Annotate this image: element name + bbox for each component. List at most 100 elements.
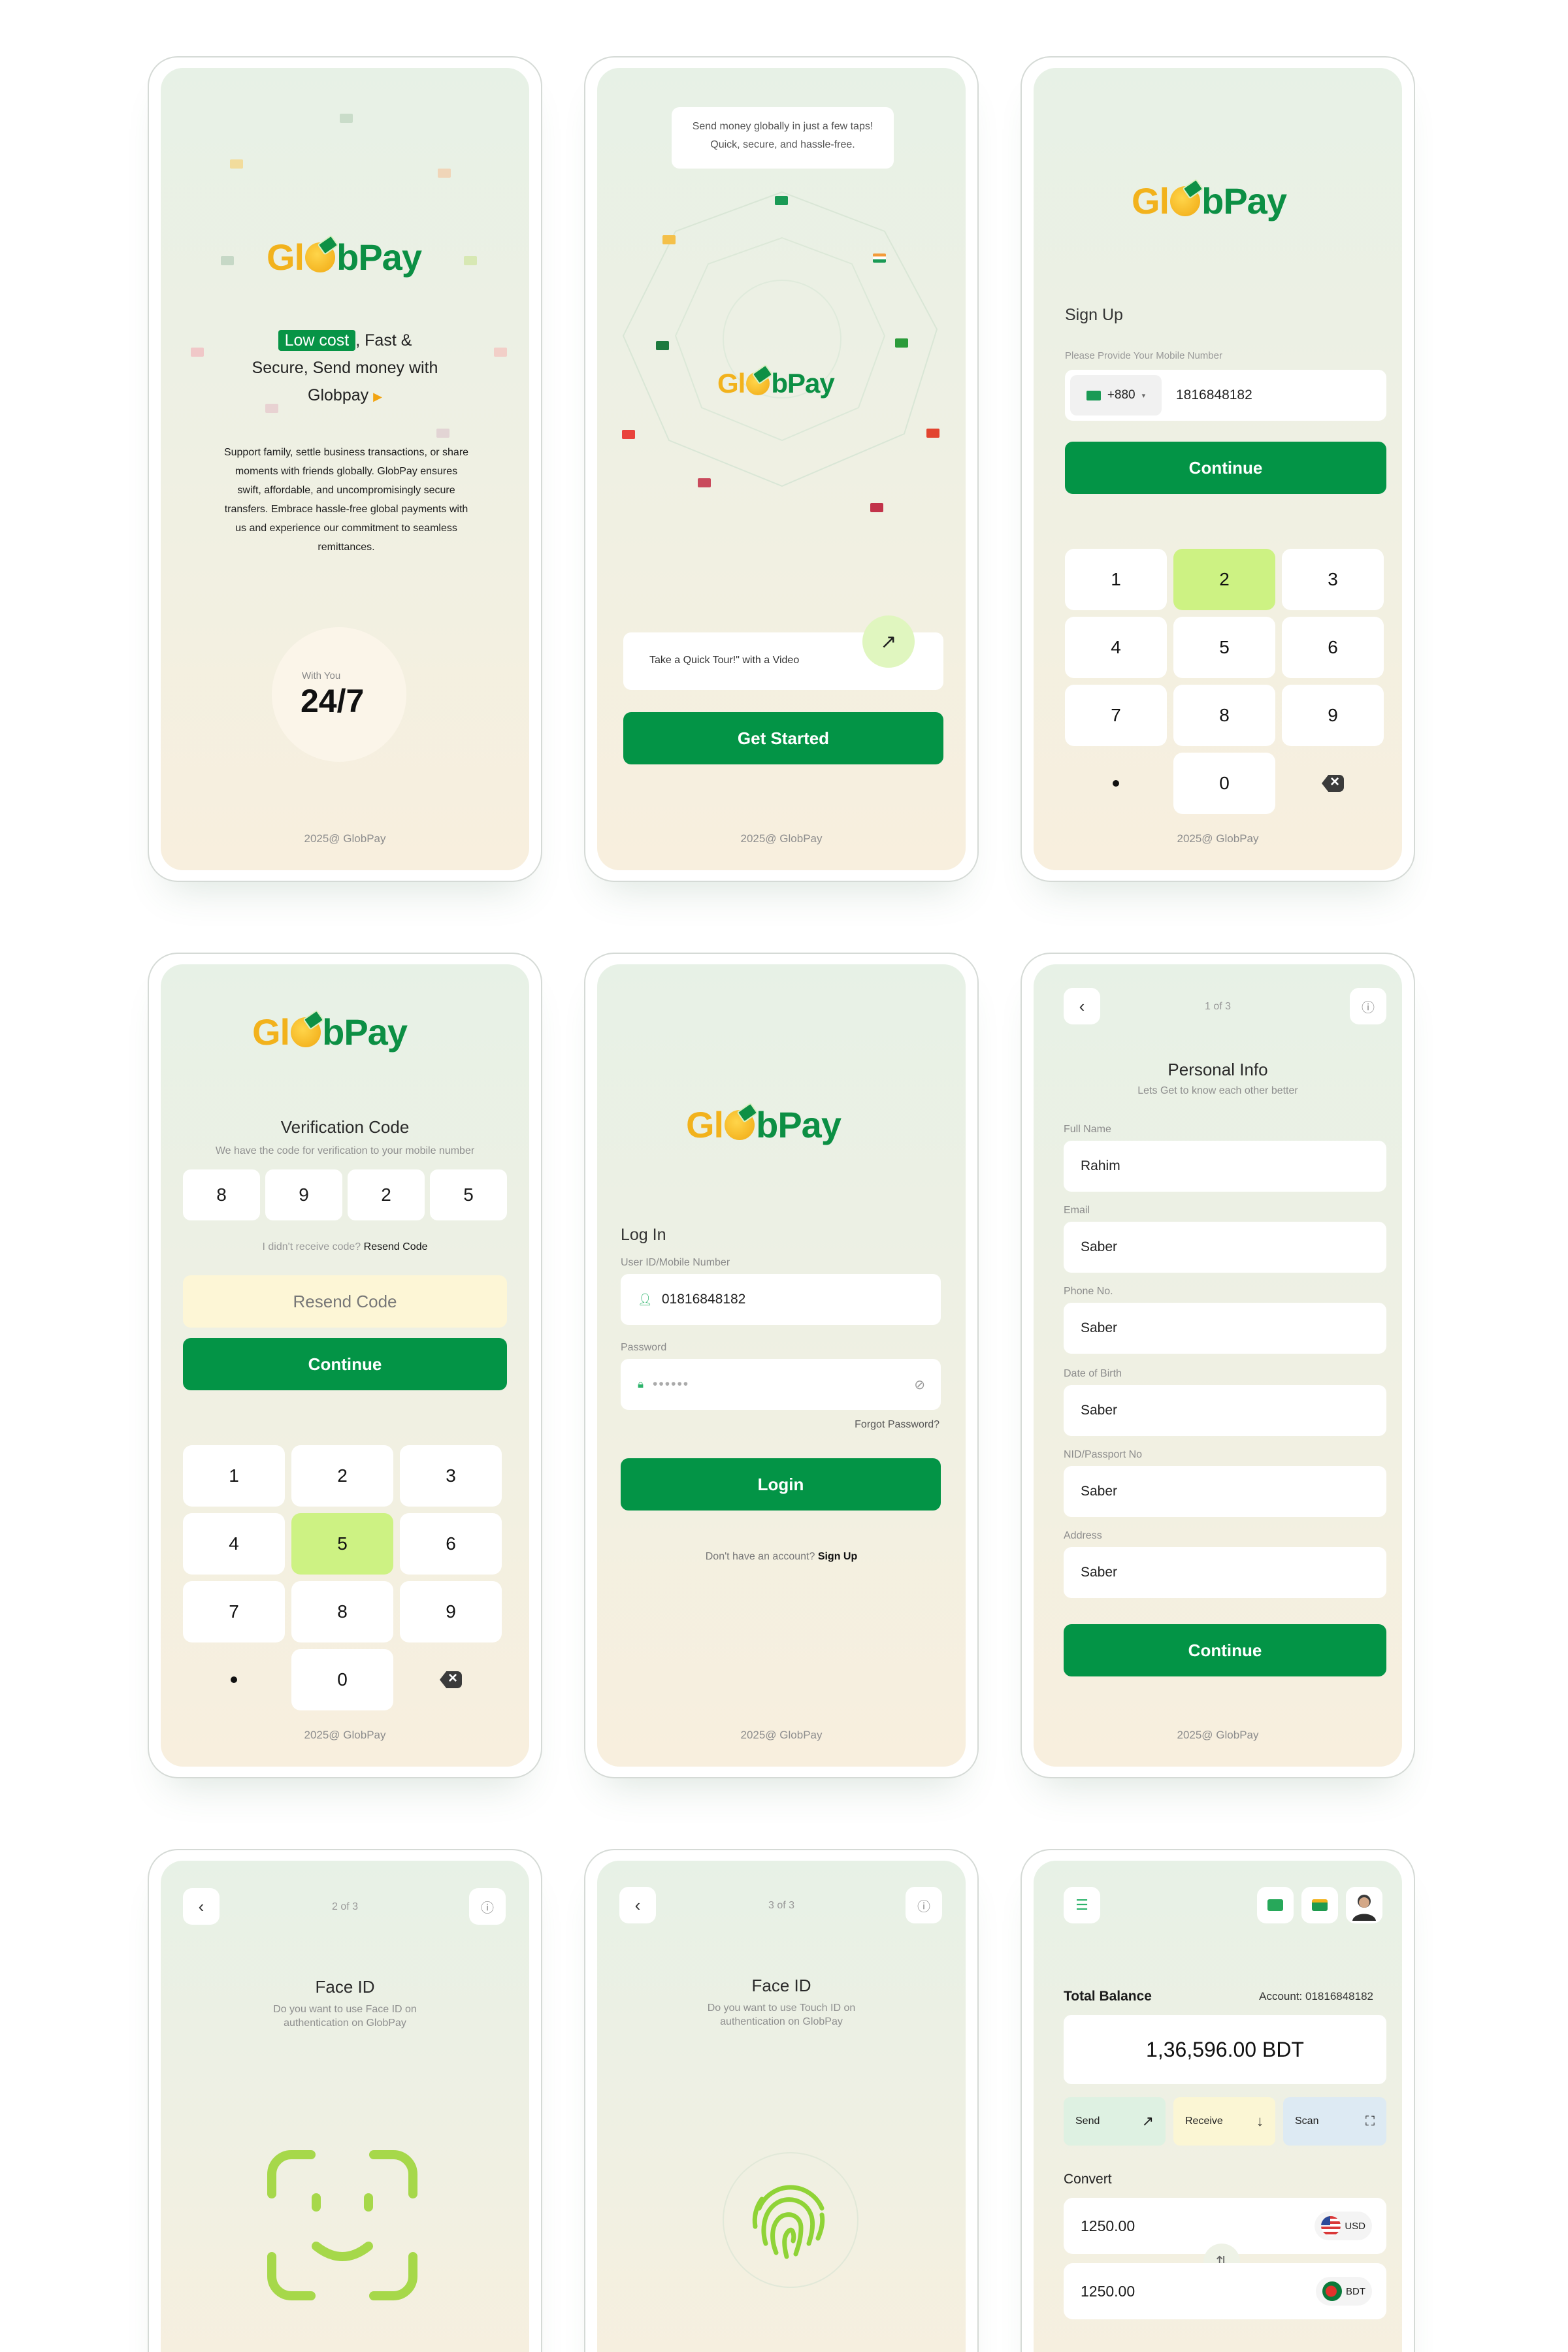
wallet-button[interactable] xyxy=(1301,1887,1338,1923)
key-backspace[interactable] xyxy=(1282,753,1384,814)
receive-button[interactable]: Receive ↓ xyxy=(1173,2097,1275,2146)
forgot-password-link[interactable]: Forgot Password? xyxy=(855,1419,939,1431)
total-balance-label: Total Balance xyxy=(1064,1989,1152,2004)
help-circle-icon: ⓘ xyxy=(1362,1000,1375,1015)
login-heading: Log In xyxy=(621,1226,666,1244)
flag-icon xyxy=(656,341,669,350)
help-button[interactable]: ⓘ xyxy=(1350,988,1386,1024)
footer: 2025@ GlobPay xyxy=(1177,1729,1259,1741)
resend-code-button[interactable]: Resend Code xyxy=(183,1275,507,1328)
key-3[interactable]: 3 xyxy=(1282,549,1384,610)
balance-card: 1,36,596.00 BDT xyxy=(1064,2015,1386,2084)
globe-icon xyxy=(725,1110,755,1140)
key-2[interactable]: 2 xyxy=(291,1445,393,1507)
nid-input[interactable]: Saber xyxy=(1064,1466,1386,1517)
code-digit-4[interactable]: 5 xyxy=(430,1169,507,1220)
key-6[interactable]: 6 xyxy=(400,1513,502,1575)
key-2[interactable]: 2 xyxy=(1173,549,1275,610)
key-backspace[interactable] xyxy=(400,1649,502,1710)
play-icon: ▶ xyxy=(373,390,382,403)
user-icon: 👤︎ xyxy=(638,1292,653,1306)
send-button[interactable]: Send ↗ xyxy=(1064,2097,1166,2146)
key-5[interactable]: 5 xyxy=(1173,617,1275,678)
menu-icon: ☰ xyxy=(1075,1897,1088,1913)
phone-frame-splash: Gl bPay Low cost, Fast & Secure, Send mon… xyxy=(148,56,542,882)
signup-screen: Gl bPay Sign Up Please Provide Your Mobil… xyxy=(1034,68,1402,870)
key-dot[interactable] xyxy=(183,1649,285,1710)
bd-flag-icon xyxy=(1322,2281,1342,2301)
signup-link[interactable]: Sign Up xyxy=(818,1551,857,1562)
lock-icon: 🔒︎ xyxy=(638,1378,644,1390)
key-0[interactable]: 0 xyxy=(1173,753,1275,814)
password-input[interactable]: 🔒︎ •••••• ⊘ xyxy=(621,1359,941,1410)
signup-heading: Sign Up xyxy=(1065,306,1123,324)
key-dot[interactable] xyxy=(1065,753,1167,814)
continue-button[interactable]: Continue xyxy=(1065,442,1386,494)
login-button[interactable]: Login xyxy=(621,1458,941,1511)
flag-icon xyxy=(662,235,676,244)
footer: 2025@ GlobPay xyxy=(304,1729,386,1741)
full-name-input[interactable]: Rahim xyxy=(1064,1141,1386,1192)
avatar[interactable] xyxy=(1346,1887,1382,1923)
key-5[interactable]: 5 xyxy=(291,1513,393,1575)
globe-icon xyxy=(746,372,770,395)
key-1[interactable]: 1 xyxy=(1065,549,1167,610)
arrow-up-right-icon[interactable]: ↗ xyxy=(862,615,915,668)
key-7[interactable]: 7 xyxy=(183,1581,285,1642)
continue-button[interactable]: Continue xyxy=(183,1338,507,1390)
tooltip: Send money globally in just a few taps! … xyxy=(672,107,894,169)
login-screen: Gl bPay Log In User ID/Mobile Number 👤︎ 0… xyxy=(597,964,966,1767)
fingerprint-circle[interactable] xyxy=(723,2152,858,2288)
code-digit-2[interactable]: 9 xyxy=(265,1169,342,1220)
dot-icon xyxy=(231,1676,237,1683)
eye-off-icon[interactable]: ⊘ xyxy=(914,1377,925,1393)
help-circle-icon: ⓘ xyxy=(481,1901,494,1916)
globpay-logo: Gl bPay xyxy=(686,1104,841,1145)
scan-button[interactable]: Scan ⛶ xyxy=(1283,2097,1386,2146)
key-9[interactable]: 9 xyxy=(400,1581,502,1642)
key-3[interactable]: 3 xyxy=(400,1445,502,1507)
key-8[interactable]: 8 xyxy=(291,1581,393,1642)
arrow-down-icon: ↓ xyxy=(1256,2113,1264,2129)
key-4[interactable]: 4 xyxy=(183,1513,285,1575)
key-0[interactable]: 0 xyxy=(291,1649,393,1710)
key-6[interactable]: 6 xyxy=(1282,617,1384,678)
key-7[interactable]: 7 xyxy=(1065,685,1167,746)
verification-screen: Gl bPay Verification Code We have the cod… xyxy=(161,964,529,1767)
menu-button[interactable]: ☰ xyxy=(1064,1887,1100,1923)
splash-screen: Gl bPay Low cost, Fast & Secure, Send mon… xyxy=(161,68,529,870)
get-started-button[interactable]: Get Started xyxy=(623,712,943,764)
usd-currency-chip[interactable]: USD xyxy=(1315,2212,1372,2240)
code-digit-3[interactable]: 2 xyxy=(348,1169,425,1220)
dob-input[interactable]: Saber xyxy=(1064,1385,1386,1436)
key-8[interactable]: 8 xyxy=(1173,685,1275,746)
code-digit-1[interactable]: 8 xyxy=(183,1169,260,1220)
flag-icon xyxy=(438,169,451,178)
personal-info-heading: Personal Info xyxy=(1168,1060,1268,1079)
user-id-input[interactable]: 👤︎ 01816848182 xyxy=(621,1274,941,1325)
phone-input[interactable]: +880 ▾ 1816848182 xyxy=(1065,370,1386,421)
phone-input[interactable]: Saber xyxy=(1064,1303,1386,1354)
canvas: Gl bPay Low cost, Fast & Secure, Send mon… xyxy=(0,0,1568,2352)
bdt-currency-chip[interactable]: BDT xyxy=(1316,2277,1372,2306)
help-button[interactable]: ⓘ xyxy=(469,1888,506,1925)
country-code-select[interactable]: +880 ▾ xyxy=(1070,375,1162,416)
resend-link[interactable]: Resend Code xyxy=(364,1241,428,1252)
onboarding-screen: Send money globally in just a few taps! … xyxy=(597,68,966,870)
address-input[interactable]: Saber xyxy=(1064,1547,1386,1598)
arrow-up-right-icon: ↗ xyxy=(1141,2113,1154,2129)
key-1[interactable]: 1 xyxy=(183,1445,285,1507)
help-button[interactable]: ⓘ xyxy=(906,1887,942,1923)
key-4[interactable]: 4 xyxy=(1065,617,1167,678)
key-9[interactable]: 9 xyxy=(1282,685,1384,746)
currency-button[interactable] xyxy=(1257,1887,1294,1923)
footer: 2025@ GlobPay xyxy=(740,832,823,845)
footer: 2025@ GlobPay xyxy=(304,832,386,845)
convert-to-row[interactable]: 1250.00 BDT xyxy=(1064,2263,1386,2319)
continue-button[interactable]: Continue xyxy=(1064,1624,1386,1676)
phone-frame-dashboard: ☰ Total Balance Account: 01816848182 1,3… xyxy=(1021,1849,1415,2352)
flag-icon xyxy=(230,159,243,169)
bd-flag-icon xyxy=(1086,390,1101,400)
email-input[interactable]: Saber xyxy=(1064,1222,1386,1273)
convert-heading: Convert xyxy=(1064,2172,1112,2187)
